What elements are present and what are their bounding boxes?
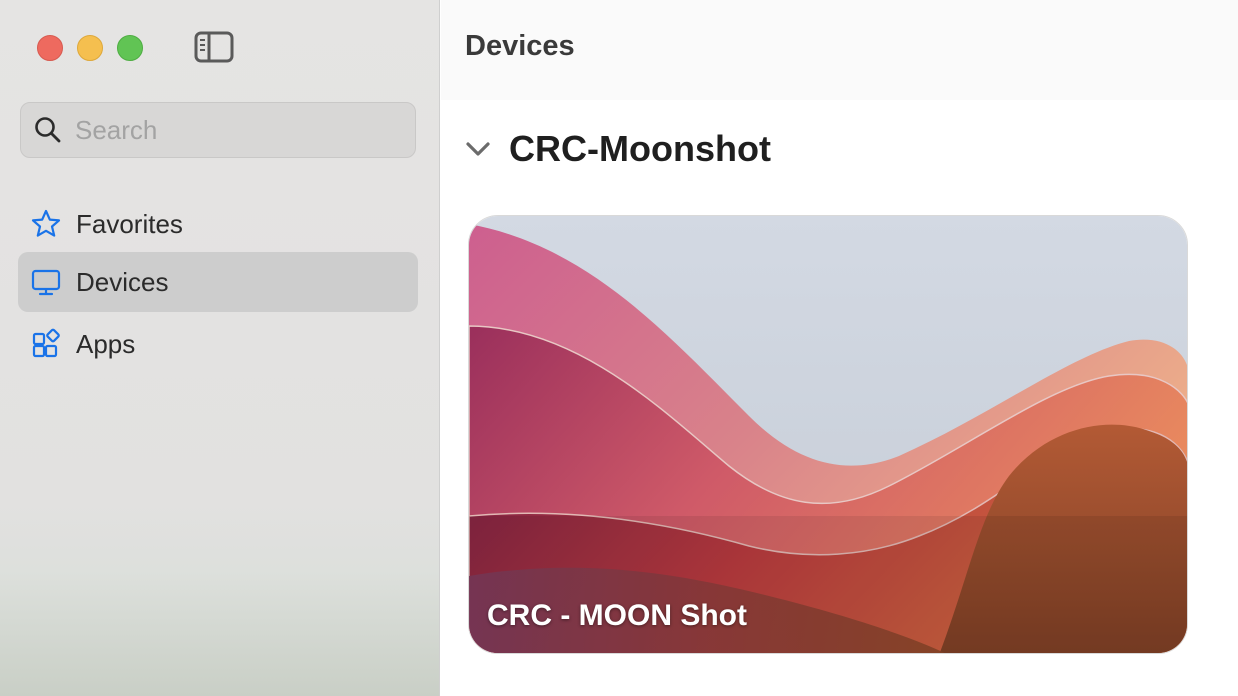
search-input[interactable] — [75, 114, 395, 146]
sidebar-item-label: Devices — [76, 266, 169, 297]
window-controls — [37, 35, 143, 61]
sidebar-item-devices[interactable]: Devices — [18, 252, 418, 312]
app-window: Favorites Devices Apps Devices — [0, 0, 1238, 696]
device-name-label: CRC - MOON Shot — [487, 599, 747, 632]
title-bar: Devices — [441, 0, 1238, 100]
sidebar-item-label: Apps — [76, 328, 136, 359]
toggle-sidebar-button[interactable] — [193, 30, 235, 64]
sidebar-item-apps[interactable]: Apps — [18, 314, 418, 374]
maximize-window-button[interactable] — [117, 35, 143, 61]
sidebar-item-favorites[interactable]: Favorites — [18, 194, 418, 254]
apps-icon — [32, 328, 60, 358]
search-field[interactable] — [20, 102, 416, 158]
sidebar: Favorites Devices Apps — [0, 0, 440, 696]
display-icon — [31, 269, 61, 296]
search-icon — [35, 117, 61, 143]
device-tile[interactable]: CRC - MOON Shot — [468, 215, 1188, 654]
device-group-header[interactable]: CRC-Moonshot — [463, 128, 771, 170]
close-window-button[interactable] — [37, 35, 63, 61]
star-icon — [31, 209, 61, 237]
minimize-window-button[interactable] — [77, 35, 103, 61]
sidebar-item-label: Favorites — [76, 208, 183, 239]
main-content: Devices CRC-Moonshot CRC - MOON Shot — [441, 0, 1238, 696]
device-group-name: CRC-Moonshot — [509, 128, 771, 169]
chevron-down-icon[interactable] — [463, 134, 493, 164]
page-title: Devices — [465, 30, 575, 62]
sidebar-toggle-icon — [194, 31, 234, 63]
device-wallpaper — [469, 216, 1187, 653]
